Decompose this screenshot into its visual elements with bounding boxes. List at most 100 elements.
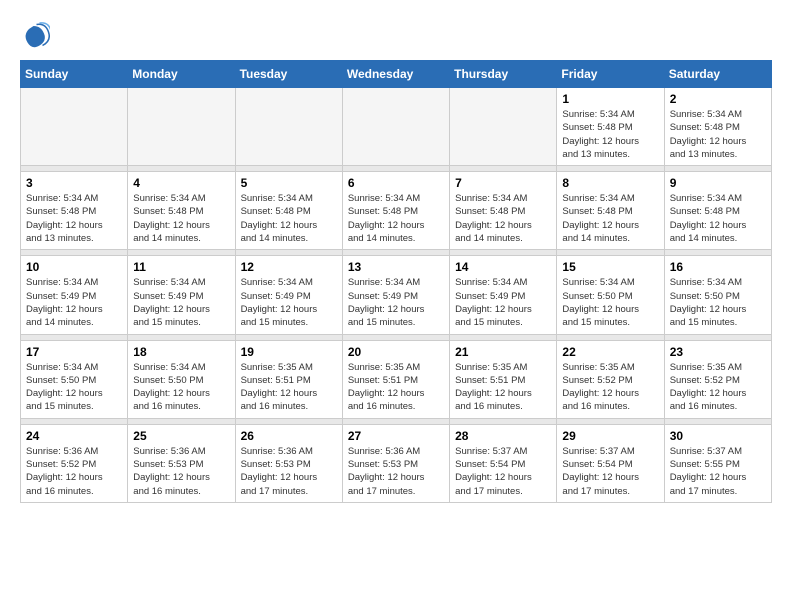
- week-row: 24 Sunrise: 5:36 AM Sunset: 5:52 PM Dayli…: [21, 424, 772, 502]
- day-info: Sunrise: 5:37 AM Sunset: 5:54 PM Dayligh…: [562, 445, 658, 498]
- day-cell: 14 Sunrise: 5:34 AM Sunset: 5:49 PM Dayli…: [450, 256, 557, 334]
- day-number: 1: [562, 92, 658, 106]
- day-number: 4: [133, 176, 229, 190]
- day-number: 14: [455, 260, 551, 274]
- week-row: 10 Sunrise: 5:34 AM Sunset: 5:49 PM Dayli…: [21, 256, 772, 334]
- week-row: 17 Sunrise: 5:34 AM Sunset: 5:50 PM Dayli…: [21, 340, 772, 418]
- day-cell: [342, 88, 449, 166]
- day-cell: 16 Sunrise: 5:34 AM Sunset: 5:50 PM Dayli…: [664, 256, 771, 334]
- day-number: 29: [562, 429, 658, 443]
- day-cell: 23 Sunrise: 5:35 AM Sunset: 5:52 PM Dayli…: [664, 340, 771, 418]
- day-info: Sunrise: 5:34 AM Sunset: 5:50 PM Dayligh…: [670, 276, 766, 329]
- weekday-header: Sunday: [21, 61, 128, 88]
- day-cell: 19 Sunrise: 5:35 AM Sunset: 5:51 PM Dayli…: [235, 340, 342, 418]
- day-info: Sunrise: 5:34 AM Sunset: 5:48 PM Dayligh…: [455, 192, 551, 245]
- day-number: 20: [348, 345, 444, 359]
- day-number: 11: [133, 260, 229, 274]
- day-cell: 30Sunrise: 5:37 AM Sunset: 5:55 PM Dayli…: [664, 424, 771, 502]
- day-cell: 25 Sunrise: 5:36 AM Sunset: 5:53 PM Dayli…: [128, 424, 235, 502]
- calendar-header: SundayMondayTuesdayWednesdayThursdayFrid…: [21, 61, 772, 88]
- weekday-header: Monday: [128, 61, 235, 88]
- day-cell: 2 Sunrise: 5:34 AM Sunset: 5:48 PM Daylig…: [664, 88, 771, 166]
- day-number: 5: [241, 176, 337, 190]
- day-number: 15: [562, 260, 658, 274]
- calendar: SundayMondayTuesdayWednesdayThursdayFrid…: [20, 60, 772, 503]
- day-number: 24: [26, 429, 122, 443]
- day-info: Sunrise: 5:36 AM Sunset: 5:53 PM Dayligh…: [241, 445, 337, 498]
- day-cell: 6 Sunrise: 5:34 AM Sunset: 5:48 PM Daylig…: [342, 172, 449, 250]
- day-number: 19: [241, 345, 337, 359]
- day-info: Sunrise: 5:34 AM Sunset: 5:49 PM Dayligh…: [133, 276, 229, 329]
- day-number: 17: [26, 345, 122, 359]
- day-info: Sunrise: 5:34 AM Sunset: 5:48 PM Dayligh…: [562, 108, 658, 161]
- day-number: 9: [670, 176, 766, 190]
- day-info: Sunrise: 5:34 AM Sunset: 5:49 PM Dayligh…: [348, 276, 444, 329]
- day-number: 16: [670, 260, 766, 274]
- day-info: Sunrise: 5:36 AM Sunset: 5:52 PM Dayligh…: [26, 445, 122, 498]
- day-number: 6: [348, 176, 444, 190]
- day-info: Sunrise: 5:37 AM Sunset: 5:54 PM Dayligh…: [455, 445, 551, 498]
- day-number: 3: [26, 176, 122, 190]
- day-number: 12: [241, 260, 337, 274]
- day-info: Sunrise: 5:34 AM Sunset: 5:48 PM Dayligh…: [241, 192, 337, 245]
- day-number: 8: [562, 176, 658, 190]
- day-cell: 4 Sunrise: 5:34 AM Sunset: 5:48 PM Daylig…: [128, 172, 235, 250]
- day-number: 30: [670, 429, 766, 443]
- weekday-header: Friday: [557, 61, 664, 88]
- day-cell: 3 Sunrise: 5:34 AM Sunset: 5:48 PM Daylig…: [21, 172, 128, 250]
- logo: [20, 20, 54, 50]
- day-cell: 21Sunrise: 5:35 AM Sunset: 5:51 PM Dayli…: [450, 340, 557, 418]
- day-cell: 22Sunrise: 5:35 AM Sunset: 5:52 PM Dayli…: [557, 340, 664, 418]
- day-cell: [21, 88, 128, 166]
- day-cell: 28Sunrise: 5:37 AM Sunset: 5:54 PM Dayli…: [450, 424, 557, 502]
- day-cell: 20 Sunrise: 5:35 AM Sunset: 5:51 PM Dayli…: [342, 340, 449, 418]
- day-cell: 5 Sunrise: 5:34 AM Sunset: 5:48 PM Daylig…: [235, 172, 342, 250]
- day-info: Sunrise: 5:35 AM Sunset: 5:51 PM Dayligh…: [241, 361, 337, 414]
- day-number: 22: [562, 345, 658, 359]
- day-number: 10: [26, 260, 122, 274]
- day-info: Sunrise: 5:34 AM Sunset: 5:49 PM Dayligh…: [26, 276, 122, 329]
- day-cell: 12 Sunrise: 5:34 AM Sunset: 5:49 PM Dayli…: [235, 256, 342, 334]
- day-cell: [128, 88, 235, 166]
- day-info: Sunrise: 5:34 AM Sunset: 5:48 PM Dayligh…: [133, 192, 229, 245]
- day-cell: 11 Sunrise: 5:34 AM Sunset: 5:49 PM Dayli…: [128, 256, 235, 334]
- day-number: 18: [133, 345, 229, 359]
- logo-icon: [20, 20, 50, 50]
- day-number: 7: [455, 176, 551, 190]
- page-header: [20, 20, 772, 50]
- day-number: 2: [670, 92, 766, 106]
- day-info: Sunrise: 5:34 AM Sunset: 5:48 PM Dayligh…: [348, 192, 444, 245]
- day-number: 27: [348, 429, 444, 443]
- day-info: Sunrise: 5:34 AM Sunset: 5:50 PM Dayligh…: [133, 361, 229, 414]
- week-row: 3 Sunrise: 5:34 AM Sunset: 5:48 PM Daylig…: [21, 172, 772, 250]
- day-cell: 10 Sunrise: 5:34 AM Sunset: 5:49 PM Dayli…: [21, 256, 128, 334]
- day-number: 23: [670, 345, 766, 359]
- day-cell: 9 Sunrise: 5:34 AM Sunset: 5:48 PM Daylig…: [664, 172, 771, 250]
- day-cell: 29 Sunrise: 5:37 AM Sunset: 5:54 PM Dayli…: [557, 424, 664, 502]
- day-info: Sunrise: 5:35 AM Sunset: 5:51 PM Dayligh…: [455, 361, 551, 414]
- day-info: Sunrise: 5:34 AM Sunset: 5:48 PM Dayligh…: [562, 192, 658, 245]
- day-cell: 15Sunrise: 5:34 AM Sunset: 5:50 PM Dayli…: [557, 256, 664, 334]
- day-cell: 1 Sunrise: 5:34 AM Sunset: 5:48 PM Daylig…: [557, 88, 664, 166]
- day-info: Sunrise: 5:34 AM Sunset: 5:49 PM Dayligh…: [455, 276, 551, 329]
- day-info: Sunrise: 5:36 AM Sunset: 5:53 PM Dayligh…: [133, 445, 229, 498]
- day-info: Sunrise: 5:34 AM Sunset: 5:50 PM Dayligh…: [26, 361, 122, 414]
- day-info: Sunrise: 5:36 AM Sunset: 5:53 PM Dayligh…: [348, 445, 444, 498]
- day-cell: 26 Sunrise: 5:36 AM Sunset: 5:53 PM Dayli…: [235, 424, 342, 502]
- day-info: Sunrise: 5:34 AM Sunset: 5:49 PM Dayligh…: [241, 276, 337, 329]
- day-cell: [235, 88, 342, 166]
- day-cell: 13Sunrise: 5:34 AM Sunset: 5:49 PM Dayli…: [342, 256, 449, 334]
- day-cell: 7 Sunrise: 5:34 AM Sunset: 5:48 PM Daylig…: [450, 172, 557, 250]
- day-cell: 18 Sunrise: 5:34 AM Sunset: 5:50 PM Dayli…: [128, 340, 235, 418]
- day-number: 26: [241, 429, 337, 443]
- weekday-header: Thursday: [450, 61, 557, 88]
- day-cell: 27 Sunrise: 5:36 AM Sunset: 5:53 PM Dayli…: [342, 424, 449, 502]
- day-cell: [450, 88, 557, 166]
- day-info: Sunrise: 5:35 AM Sunset: 5:51 PM Dayligh…: [348, 361, 444, 414]
- day-info: Sunrise: 5:35 AM Sunset: 5:52 PM Dayligh…: [670, 361, 766, 414]
- day-info: Sunrise: 5:34 AM Sunset: 5:48 PM Dayligh…: [26, 192, 122, 245]
- day-number: 25: [133, 429, 229, 443]
- day-info: Sunrise: 5:34 AM Sunset: 5:48 PM Dayligh…: [670, 192, 766, 245]
- weekday-header: Saturday: [664, 61, 771, 88]
- day-info: Sunrise: 5:34 AM Sunset: 5:48 PM Dayligh…: [670, 108, 766, 161]
